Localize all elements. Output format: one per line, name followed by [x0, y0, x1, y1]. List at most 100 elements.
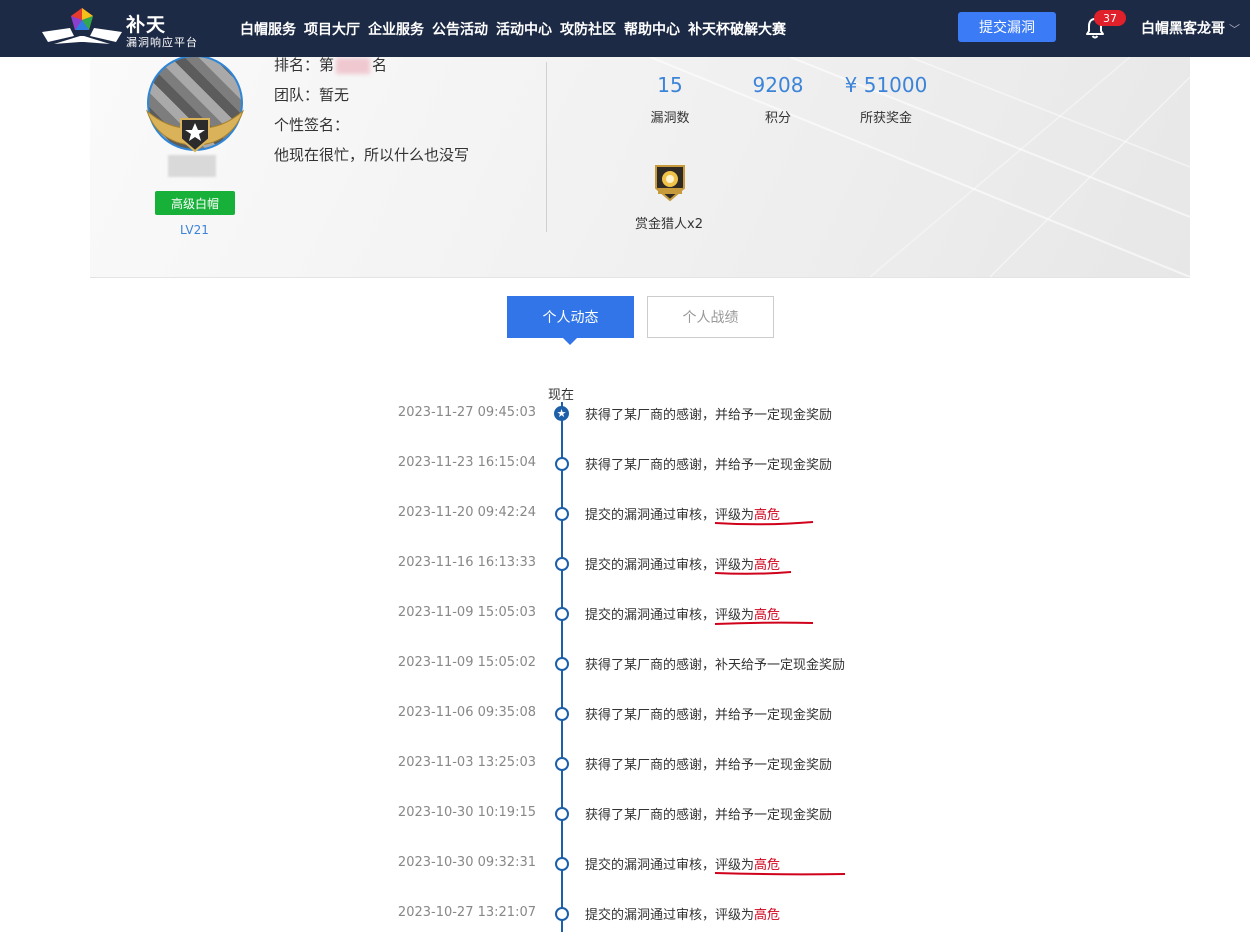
- bounty-hunter-badge-icon[interactable]: [652, 162, 688, 202]
- timeline-text: 提交的漏洞通过审核，评级为高危: [585, 854, 846, 876]
- nav-community[interactable]: 攻防社区: [560, 19, 616, 39]
- level-number: LV21: [180, 223, 209, 237]
- nav-enterprise-services[interactable]: 企业服务: [368, 19, 424, 39]
- stat-label: 漏洞数: [650, 111, 690, 126]
- rating: 评级为高危: [715, 854, 846, 876]
- wings-medal-icon: [145, 109, 245, 153]
- timeline-date: 2023-11-27 09:45:03: [397, 405, 536, 420]
- signature-text: 他现在很忙，所以什么也没写: [274, 146, 470, 164]
- logo-title: 补天: [126, 14, 167, 36]
- stat-label: 积分: [764, 111, 791, 126]
- blurred-rank: [336, 57, 371, 74]
- nav-whitehat-services[interactable]: 白帽服务: [240, 19, 296, 39]
- timeline-dot: [555, 657, 569, 671]
- timeline-text: 提交的漏洞通过审核，评级为高危: [585, 604, 814, 625]
- stat-value: 15: [657, 73, 683, 97]
- timeline-dot: [555, 557, 569, 571]
- timeline-item: 2023-11-27 09:45:03 ★ 获得了某厂商的感谢，并给予一定现金奖…: [0, 404, 1250, 424]
- tab-personal-record[interactable]: 个人战绩: [647, 296, 774, 338]
- star-icon: ★: [554, 406, 569, 421]
- rating-value: 高危: [754, 908, 781, 923]
- profile-divider: [546, 62, 547, 232]
- rating: 评级为高危: [715, 554, 792, 575]
- timeline-text-main: 提交的漏洞通过审核，: [585, 608, 716, 623]
- level-title-badge: 高级白帽: [155, 191, 235, 215]
- timeline-text: 提交的漏洞通过审核，评级为高危: [585, 554, 792, 575]
- timeline-text: 获得了某厂商的感谢，并给予一定现金奖励: [585, 808, 833, 823]
- timeline-text: 提交的漏洞通过审核，评级为高危: [585, 504, 814, 526]
- timeline-item: 2023-10-27 13:21:07 提交的漏洞通过审核，评级为高危: [0, 904, 1250, 924]
- timeline-date: 2023-11-20 09:42:24: [397, 505, 536, 520]
- stat-bounty: ¥ 51000 所获奖金: [836, 73, 936, 126]
- blurred-username: [168, 155, 216, 177]
- submit-vulnerability-button[interactable]: 提交漏洞: [958, 12, 1056, 42]
- stat-points: 9208 积分: [738, 73, 818, 126]
- timeline-date: 2023-11-06 09:35:08: [397, 705, 536, 720]
- nav-announcements[interactable]: 公告活动: [432, 19, 488, 39]
- signature-label: 个性签名：: [274, 116, 350, 134]
- timeline-item: 2023-11-03 13:25:03 获得了某厂商的感谢，并给予一定现金奖励: [0, 754, 1250, 774]
- rank-line: 排名：第 名: [274, 57, 387, 75]
- timeline-dot: [555, 507, 569, 521]
- site-logo[interactable]: 补天 漏洞响应平台: [40, 6, 210, 52]
- timeline-dot: [555, 757, 569, 771]
- timeline-dot: [555, 907, 569, 921]
- chevron-down-icon: ﹀: [1229, 23, 1240, 36]
- timeline-date: 2023-11-16 16:13:33: [397, 555, 536, 570]
- timeline-text-main: 提交的漏洞通过审核，: [585, 908, 716, 923]
- tab-personal-activity[interactable]: 个人动态: [507, 296, 634, 345]
- rating-prefix: 评级为: [715, 908, 755, 923]
- nav-help-center[interactable]: 帮助中心: [624, 19, 680, 39]
- timeline-date: 2023-11-09 15:05:03: [397, 605, 536, 620]
- timeline-date: 2023-10-30 10:19:15: [397, 805, 536, 820]
- timeline-item: 2023-11-20 09:42:24 提交的漏洞通过审核，评级为高危: [0, 504, 1250, 526]
- timeline-date: 2023-11-09 15:05:02: [397, 655, 536, 670]
- rating: 评级为高危: [715, 904, 780, 923]
- timeline-now-label: 现在: [548, 388, 575, 403]
- timeline-dot: [555, 807, 569, 821]
- timeline-item: 2023-11-09 15:05:03 提交的漏洞通过审核，评级为高危: [0, 604, 1250, 625]
- timeline-date: 2023-10-30 09:32:31: [397, 855, 536, 870]
- timeline-item: 2023-11-23 16:15:04 获得了某厂商的感谢，并给予一定现金奖励: [0, 454, 1250, 474]
- timeline-text: 提交的漏洞通过审核，评级为高危: [585, 904, 780, 923]
- timeline-text: 获得了某厂商的感谢，并给予一定现金奖励: [585, 708, 833, 723]
- timeline-text-main: 提交的漏洞通过审核，: [585, 508, 716, 523]
- timeline-dot: [555, 607, 569, 621]
- top-navbar: 补天 漏洞响应平台 白帽服务 项目大厅 企业服务 公告活动 活动中心 攻防社区 …: [0, 0, 1250, 57]
- timeline-dot: [555, 707, 569, 721]
- nav-project-hall[interactable]: 项目大厅: [304, 19, 360, 39]
- timeline-item: 2023-11-06 09:35:08 获得了某厂商的感谢，并给予一定现金奖励: [0, 704, 1250, 724]
- timeline-text-main: 提交的漏洞通过审核，: [585, 858, 716, 873]
- rating: 评级为高危: [715, 604, 814, 625]
- timeline-item: 2023-11-16 16:13:33 提交的漏洞通过审核，评级为高危: [0, 554, 1250, 575]
- timeline-date: 2023-11-03 13:25:03: [397, 755, 536, 770]
- logo-emblem-icon: [42, 8, 122, 44]
- notification-badge: 37: [1094, 10, 1126, 26]
- timeline-item: 2023-10-30 10:19:15 获得了某厂商的感谢，并给予一定现金奖励: [0, 804, 1250, 824]
- timeline-date: 2023-11-23 16:15:04: [397, 455, 536, 470]
- logo-subtitle: 漏洞响应平台: [126, 36, 198, 49]
- red-underline-annotation: [715, 621, 814, 625]
- stat-label: 所获奖金: [859, 111, 912, 126]
- red-underline-annotation: [715, 872, 846, 876]
- timeline-text: 获得了某厂商的感谢，并给予一定现金奖励: [585, 408, 833, 423]
- username: 白帽黑客龙哥: [1141, 21, 1225, 37]
- timeline-text: 获得了某厂商的感谢，并给予一定现金奖励: [585, 458, 833, 473]
- timeline-text: 获得了某厂商的感谢，并给予一定现金奖励: [585, 758, 833, 773]
- timeline-dot: [555, 457, 569, 471]
- timeline-text: 获得了某厂商的感谢，补天给予一定现金奖励: [585, 658, 846, 673]
- stat-value: 9208: [752, 73, 804, 97]
- red-underline-annotation: [715, 521, 814, 526]
- achievement-label: 赏金猎人x2: [635, 217, 703, 232]
- user-menu[interactable]: 白帽黑客龙哥 ﹀: [1141, 18, 1240, 38]
- profile-card: 高级白帽 LV21 排名：第 名 团队：暂无 个性签名： 他现在很忙，所以什么也没…: [90, 57, 1190, 278]
- rating: 评级为高危: [715, 504, 814, 526]
- main-nav: 白帽服务 项目大厅 企业服务 公告活动 活动中心 攻防社区 帮助中心 补天杯破解…: [240, 0, 794, 57]
- timeline-dot: [555, 857, 569, 871]
- nav-butian-cup[interactable]: 补天杯破解大赛: [688, 19, 786, 39]
- rank-prefix: 排名：第: [274, 57, 335, 74]
- rank-suffix: 名: [372, 57, 388, 74]
- timeline-item: 2023-10-30 09:32:31 提交的漏洞通过审核，评级为高危: [0, 854, 1250, 876]
- stat-value: ¥ 51000: [844, 73, 928, 97]
- nav-activity-center[interactable]: 活动中心: [496, 19, 552, 39]
